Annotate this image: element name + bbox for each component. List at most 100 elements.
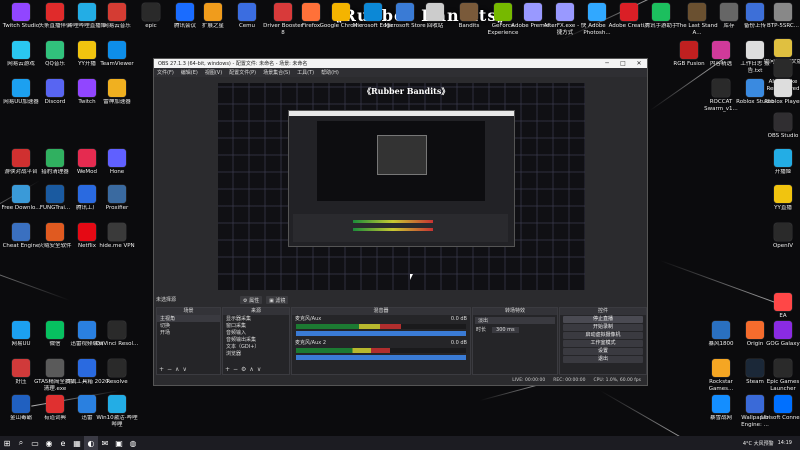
app-icon (46, 79, 64, 97)
minimize-icon[interactable]: ─ (599, 60, 615, 67)
scene-item[interactable]: 切换 (157, 322, 220, 329)
sources-dock-toolbar[interactable]: +−⚙∧∨ (225, 366, 264, 373)
app-icon (588, 3, 606, 21)
windows-taskbar: ⊞ ⌕ ▭ ◉ e ▦ ◐ ✉ ▣ ◍ 4°C 大风预警 14:19 (0, 436, 800, 450)
nested-obs-window (288, 110, 515, 247)
app-icon (46, 321, 64, 339)
start-recording-button[interactable]: 开始录制 (563, 324, 643, 331)
source-item[interactable]: 文本（GDI+） (223, 343, 289, 350)
menu-tools[interactable]: 工具(T) (297, 69, 314, 76)
app-icon (78, 3, 96, 21)
app-icon (774, 223, 792, 241)
menu-help[interactable]: 帮助(H) (321, 69, 339, 76)
app-icon (396, 3, 414, 21)
desktop-icon[interactable]: OpenIV (764, 223, 800, 265)
scene-item[interactable]: 主视角 (157, 315, 220, 322)
desktop-icon-label: OBS Studio (767, 133, 799, 139)
app-icon (620, 3, 638, 21)
mixer-volume-slider[interactable] (296, 331, 466, 336)
desktop-icon[interactable]: DaVinci Resol... (96, 321, 138, 363)
mail-icon[interactable]: ✉ (98, 436, 112, 450)
controls-dock-title: 控件 (560, 308, 646, 315)
controls-dock: 控件 停止直播 开始录制 启动虚拟摄像机 工作室模式 设置 退出 (559, 307, 647, 375)
rec-status: REC: 00:00:00 (553, 378, 586, 383)
desktop-icon[interactable]: 网易UU加速器 (2, 79, 40, 121)
app-icon (12, 321, 30, 339)
desktop-icon-label: GOG Galaxy (766, 341, 800, 347)
desktop-icon[interactable]: GOG Galaxy (764, 321, 800, 363)
app-icon (46, 185, 64, 203)
scene-transitions-dock: 转场特效 淡出 时长 300 ms (472, 307, 558, 375)
transitions-dock-title: 转场特效 (473, 308, 557, 315)
desktop-icon[interactable]: Win10激活-哔哩哔哩 (96, 395, 138, 437)
transition-select[interactable]: 淡出 (475, 317, 555, 324)
file-explorer-icon[interactable]: ▦ (70, 436, 84, 450)
menu-file[interactable]: 文件(F) (157, 69, 174, 76)
maximize-icon[interactable]: □ (615, 60, 631, 67)
menu-view[interactable]: 视图(V) (205, 69, 222, 76)
menu-profile[interactable]: 配置文件(P) (229, 69, 256, 76)
stop-streaming-button[interactable]: 停止直播 (563, 316, 643, 323)
weather-widget[interactable]: 4°C 大风预警 (743, 440, 774, 447)
no-source-selected-label: 未选择源 (156, 297, 177, 303)
store-icon[interactable]: ▣ (112, 436, 126, 450)
studio-mode-button[interactable]: 工作室模式 (563, 340, 643, 347)
properties-button[interactable]: ⚙ 属性 (240, 296, 263, 304)
app-icon (78, 321, 96, 339)
app-icon (302, 3, 320, 21)
source-item[interactable]: 显示器采集 (223, 315, 289, 322)
app-icon (108, 149, 126, 167)
desktop-icon[interactable]: hide.me VPN (98, 223, 136, 265)
app-icon (774, 113, 792, 131)
app-icon (680, 41, 698, 59)
app-icon (746, 3, 764, 21)
menu-edit[interactable]: 编辑(E) (181, 69, 198, 76)
app-icon (12, 79, 30, 97)
scenes-dock-toolbar[interactable]: +−∧∨ (159, 366, 190, 373)
app-icon[interactable]: ◍ (126, 436, 140, 450)
edge-icon[interactable]: e (56, 436, 70, 450)
task-view-icon[interactable]: ▭ (28, 436, 42, 450)
search-icon[interactable]: ⌕ (14, 436, 28, 450)
mixer-volume-slider[interactable] (296, 355, 466, 360)
source-item[interactable]: 音频输入 (223, 329, 289, 336)
app-icon (46, 359, 64, 377)
scene-item[interactable]: 开场 (157, 329, 220, 336)
app-icon (460, 3, 478, 21)
desktop-icon[interactable]: 雷神加速器 (98, 79, 136, 121)
obs-taskbar-icon[interactable]: ◐ (84, 436, 98, 450)
close-icon[interactable]: ✕ (631, 60, 647, 67)
source-item[interactable]: 浏览器 (223, 350, 289, 357)
start-icon[interactable]: ⊞ (0, 436, 14, 450)
app-icon (12, 41, 30, 59)
source-item[interactable]: 音频输出采集 (223, 336, 289, 343)
app-icon (108, 395, 126, 413)
obs-preview[interactable]: 《Rubber Bandits》 (218, 83, 585, 290)
app-icon (774, 79, 792, 97)
desktop-icon[interactable]: TeamViewer (98, 41, 136, 83)
source-item[interactable]: 窗口采集 (223, 322, 289, 329)
app-icon (746, 395, 764, 413)
sources-dock: 来源 显示器采集 窗口采集 音频输入 音频输出采集 文本（GDI+） 浏览器 +… (222, 307, 290, 375)
app-icon (746, 321, 764, 339)
app-icon (712, 321, 730, 339)
desktop-icon-label: Win10激活-哔哩哔哩 (96, 415, 138, 428)
settings-button[interactable]: 设置 (563, 348, 643, 355)
desktop-icon[interactable]: Ubisoft Connect (761, 395, 800, 437)
app-icon (332, 3, 350, 21)
duration-label: 时长 (476, 327, 487, 333)
obs-titlebar[interactable]: OBS 27.1.3 (64-bit, windows) - 配置文件: 未命名… (154, 59, 647, 68)
menu-scene-collection[interactable]: 场景集合(S) (263, 69, 290, 76)
app-icon (746, 79, 764, 97)
app-icon (774, 3, 792, 21)
filters-button[interactable]: ▣ 滤镜 (266, 296, 289, 304)
exit-button[interactable]: 退出 (563, 356, 643, 363)
chrome-icon[interactable]: ◉ (42, 436, 56, 450)
obs-window[interactable]: OBS 27.1.3 (64-bit, windows) - 配置文件: 未命名… (153, 58, 648, 386)
desktop-icon[interactable]: Proxifier (98, 185, 136, 227)
duration-input[interactable]: 300 ms (492, 326, 519, 333)
start-virtual-camera-button[interactable]: 启动虚拟摄像机 (563, 332, 643, 339)
clock[interactable]: 14:19 (778, 440, 792, 446)
app-icon (108, 41, 126, 59)
desktop-icon[interactable]: YY直播 (764, 185, 800, 227)
